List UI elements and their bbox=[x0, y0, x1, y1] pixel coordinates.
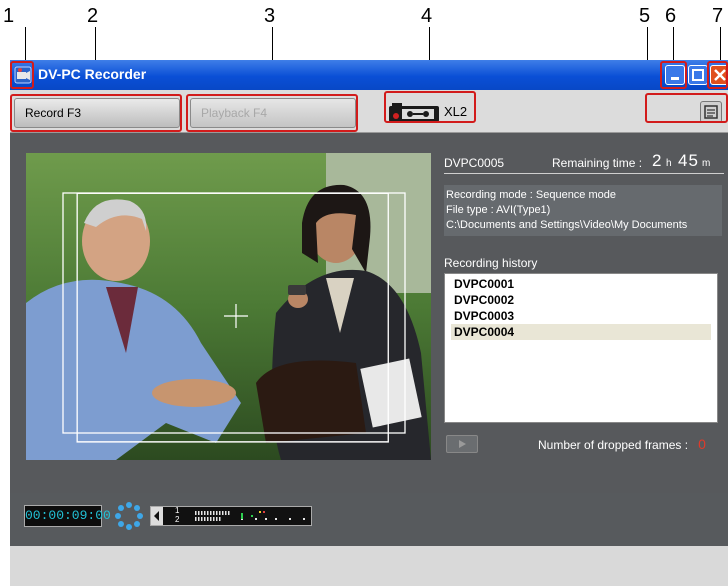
audio-meter-toggle-icon[interactable] bbox=[151, 507, 163, 525]
video-preview bbox=[26, 153, 431, 460]
history-list[interactable]: DVPC0001 DVPC0002 DVPC0003 DVPC0004 bbox=[444, 273, 718, 423]
callout-5: 5 bbox=[639, 5, 651, 27]
highlight-close bbox=[707, 61, 728, 89]
main-panel: DVPC0005 Remaining time : 2 h 45 m Recor… bbox=[10, 133, 728, 493]
callout-2: 2 bbox=[87, 5, 99, 27]
remaining-hours: 2 bbox=[652, 151, 662, 170]
callout-6: 6 bbox=[665, 5, 677, 27]
callout-line-6 bbox=[673, 27, 674, 63]
timecode-display: 00:00:09:00 bbox=[24, 505, 111, 527]
save-path: C:\Documents and Settings\Video\My Docum… bbox=[446, 219, 688, 231]
dropped-frames: Number of dropped frames : 0 bbox=[538, 436, 706, 452]
play-button[interactable] bbox=[446, 435, 478, 453]
title-bar[interactable]: DV-PC Recorder bbox=[10, 60, 728, 90]
file-row: DVPC0005 Remaining time : 2 h 45 m bbox=[444, 151, 724, 174]
file-name: DVPC0005 bbox=[444, 156, 505, 170]
file-type: File type : AVI(Type1) bbox=[446, 204, 551, 216]
audio-channel-1: 1 bbox=[175, 506, 180, 515]
maximize-icon bbox=[692, 69, 704, 81]
highlight-app-icon bbox=[10, 61, 34, 89]
remaining-label: Remaining time : bbox=[552, 156, 643, 170]
callout-line-7 bbox=[720, 27, 721, 63]
callout-3: 3 bbox=[264, 5, 276, 27]
callout-line-1 bbox=[25, 27, 26, 62]
audio-meter: 1 2 bbox=[150, 506, 312, 526]
remaining-h-unit: h bbox=[666, 158, 672, 169]
list-item[interactable]: DVPC0002 bbox=[451, 292, 711, 308]
highlight-minimize bbox=[660, 61, 687, 89]
list-item[interactable]: DVPC0003 bbox=[451, 308, 711, 324]
highlight-record-tab bbox=[10, 94, 182, 132]
audio-level-bars bbox=[195, 511, 305, 521]
app-window: DV-PC Recorder Record F3 Playback F4 XL2 bbox=[10, 60, 728, 586]
recording-settings: Recording mode : Sequence mode File type… bbox=[444, 185, 722, 236]
play-icon bbox=[459, 440, 466, 448]
remaining-minutes: 45 bbox=[678, 151, 699, 170]
dropped-value: 0 bbox=[698, 436, 706, 452]
status-bar bbox=[10, 546, 728, 586]
history-label: Recording history bbox=[444, 256, 538, 270]
busy-spinner-icon bbox=[115, 502, 143, 530]
callout-7: 7 bbox=[712, 5, 724, 27]
callout-1: 1 bbox=[3, 5, 15, 27]
audio-channel-2: 2 bbox=[175, 515, 180, 524]
remaining-m-unit: m bbox=[702, 158, 711, 169]
list-item[interactable]: DVPC0001 bbox=[451, 276, 711, 292]
dropped-label: Number of dropped frames : bbox=[538, 438, 689, 452]
highlight-settings bbox=[645, 93, 728, 123]
list-item-selected[interactable]: DVPC0004 bbox=[451, 324, 711, 340]
highlight-device bbox=[384, 91, 476, 123]
maximize-button[interactable] bbox=[688, 65, 708, 85]
highlight-playback-tab bbox=[186, 94, 358, 132]
window-title: DV-PC Recorder bbox=[38, 66, 147, 82]
info-panel: DVPC0005 Remaining time : 2 h 45 m Recor… bbox=[444, 151, 724, 453]
callout-4: 4 bbox=[421, 5, 433, 27]
preview-frame bbox=[26, 153, 431, 460]
recording-mode: Recording mode : Sequence mode bbox=[446, 189, 616, 201]
